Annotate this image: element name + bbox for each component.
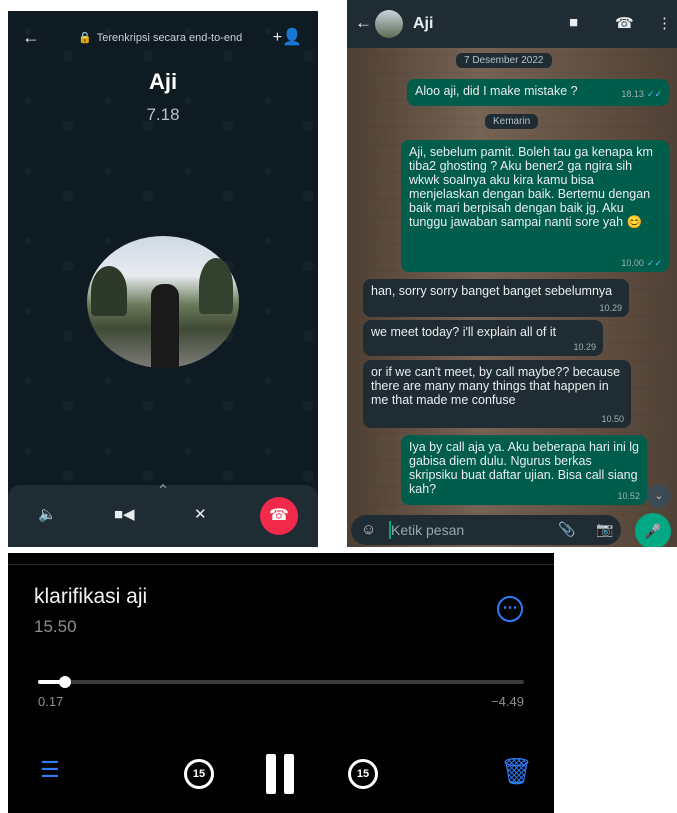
back-arrow-icon[interactable]: ← [22, 27, 40, 47]
recording-duration: 15.50 [34, 617, 77, 636]
date-separator: Kemarin [485, 114, 539, 129]
recording-title[interactable]: klarifikasi aji [34, 585, 147, 609]
phone-hangup-icon: ☎ [269, 507, 289, 524]
more-vert-icon[interactable]: ⋮ [657, 14, 672, 32]
more-options-icon[interactable]: ⋯ [497, 596, 523, 622]
encryption-text: Terenkripsi secara end-to-end [96, 31, 243, 44]
video-call-icon[interactable]: ■ [569, 14, 578, 31]
message-time: 10.29 [599, 303, 622, 313]
camera-icon[interactable]: 📷 [596, 521, 613, 538]
add-participant-icon[interactable]: +👤 [273, 27, 302, 47]
contact-name[interactable]: Aji [413, 15, 433, 33]
message-time: 10.00 [621, 258, 644, 268]
call-controls-bar: ⌃ 🔈 ■◀ ✕ ☎ [8, 483, 318, 547]
message-time: 10.52 [617, 491, 640, 501]
speaker-icon[interactable]: 🔈 [38, 505, 57, 523]
caller-name: Aji [148, 69, 178, 94]
chat-header: ← Aji ■ ☎ ⋮ [347, 0, 677, 48]
message-input-placeholder: Ketik pesan [391, 522, 465, 538]
remaining-time: −4.49 [491, 694, 524, 709]
video-camera-icon[interactable]: ■◀ [114, 505, 135, 523]
message-incoming[interactable]: han, sorry sorry banget banget sebelumny… [363, 279, 629, 317]
double-check-icon: ✓✓ [646, 89, 662, 99]
call-duration: 7.18 [146, 105, 180, 124]
call-screen: ← 🔒 Terenkripsi secara end-to-end +👤 Aji… [8, 11, 318, 547]
date-separator: 7 Desember 2022 [456, 53, 552, 68]
divider [8, 564, 554, 565]
pause-bar [266, 754, 276, 794]
chevron-down-icon: ⌄ [654, 490, 664, 502]
back-arrow-icon[interactable]: ← [355, 13, 372, 33]
trash-icon[interactable]: 🗑 [500, 756, 533, 787]
phone-icon[interactable]: ☎ [615, 14, 634, 32]
settings-sliders-icon[interactable]: ☰ [40, 757, 60, 783]
message-text: Aloo aji, did I make mistake ? [415, 84, 578, 98]
skip-back-15-button[interactable]: 15 [184, 759, 214, 789]
scroll-down-button[interactable]: ⌄ [647, 484, 671, 508]
message-time: 18.13 [621, 89, 644, 99]
mic-off-icon[interactable]: ✕ [194, 505, 207, 523]
caller-avatar [87, 236, 239, 368]
encryption-notice: 🔒 Terenkripsi secara end-to-end [78, 31, 243, 45]
message-meta: 10.00 ✓✓ [621, 256, 662, 270]
playback-scrubber[interactable] [38, 676, 524, 688]
message-outgoing[interactable]: Aji, sebelum pamit. Boleh tau ga kenapa … [401, 140, 669, 272]
message-text: Aji, sebelum pamit. Boleh tau ga kenapa … [409, 145, 653, 229]
avatar-photo-person [151, 284, 179, 368]
message-outgoing[interactable]: Iya by call aja ya. Aku beberapa hari in… [401, 435, 647, 505]
end-call-button[interactable]: ☎ [260, 497, 298, 535]
elapsed-time: 0.17 [38, 694, 64, 709]
message-text: or if we can't meet, by call maybe?? bec… [371, 365, 621, 407]
skip-forward-15-button[interactable]: 15 [348, 759, 378, 789]
scrubber-handle[interactable] [58, 676, 71, 688]
voice-record-button[interactable]: 🎤 [635, 513, 671, 547]
chat-screen: ← Aji ■ ☎ ⋮ 7 Desember 2022 Aloo aji, di… [347, 0, 677, 547]
message-text: Iya by call aja ya. Aku beberapa hari in… [409, 440, 639, 496]
message-time: 10.50 [601, 414, 624, 424]
avatar-photo-tree [91, 266, 127, 316]
message-incoming[interactable]: or if we can't meet, by call maybe?? bec… [363, 360, 631, 428]
skip-forward-label: 15 [356, 768, 370, 780]
message-time: 10.29 [573, 342, 596, 352]
skip-back-label: 15 [192, 768, 206, 780]
message-meta: 18.13 ✓✓ [621, 87, 662, 101]
avatar-photo-tree [199, 258, 233, 314]
attachment-icon[interactable]: 📎 [558, 521, 575, 538]
avatar[interactable] [375, 10, 403, 38]
message-text: han, sorry sorry banget banget sebelumny… [371, 284, 613, 298]
double-check-icon: ✓✓ [646, 258, 662, 268]
message-text: we meet today? i'll explain all of it [371, 325, 557, 339]
message-input[interactable]: ☺ Ketik pesan 📎 📷 [351, 515, 621, 545]
emoji-icon[interactable]: ☺ [361, 521, 376, 538]
message-incoming[interactable]: we meet today? i'll explain all of it 10… [363, 320, 603, 356]
pause-button[interactable] [266, 754, 294, 794]
pause-bar [284, 754, 294, 794]
call-header: ← 🔒 Terenkripsi secara end-to-end +👤 [8, 27, 318, 49]
voice-memo-player: klarifikasi aji 15.50 ⋯ 0.17 −4.49 ☰ 15 … [8, 553, 554, 813]
lock-icon: 🔒 [78, 32, 92, 44]
mic-icon: 🎤 [644, 523, 662, 539]
message-outgoing[interactable]: Aloo aji, did I make mistake ? 18.13 ✓✓ [407, 79, 669, 106]
